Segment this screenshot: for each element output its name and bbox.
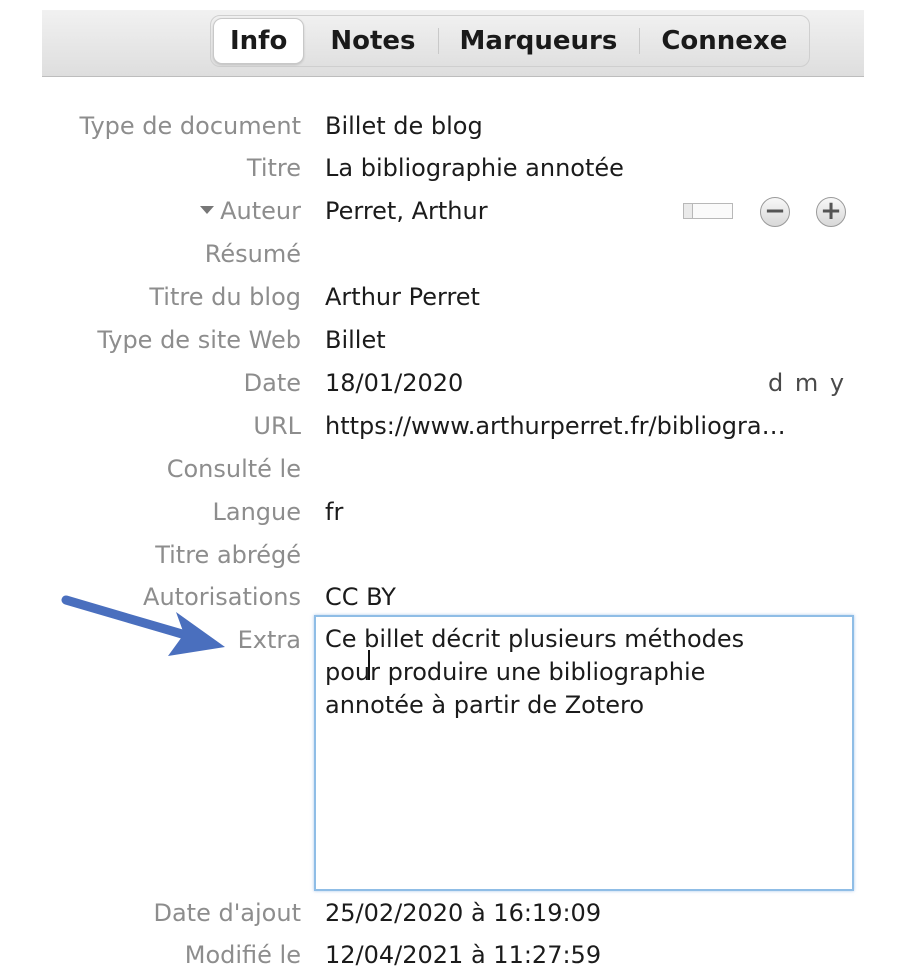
- field-value-type-site[interactable]: Billet: [325, 324, 386, 356]
- field-value-url[interactable]: https://www.arthurperret.fr/bibliogra…: [325, 410, 786, 442]
- tab-bar: Info Notes Marqueurs Connexe: [42, 10, 864, 77]
- field-label-titre-abrege: Titre abrégé: [155, 541, 301, 569]
- field-row-resume: Résumé: [0, 238, 904, 278]
- field-label-date-ajout: Date d'ajout: [153, 899, 301, 927]
- field-row-titre: Titre La bibliographie annotée: [0, 152, 904, 192]
- field-value-titre[interactable]: La bibliographie annotée: [325, 152, 624, 184]
- field-row-url: URL https://www.arthurperret.fr/bibliogr…: [0, 410, 904, 450]
- text-cursor: [368, 650, 370, 680]
- minus-icon: −: [764, 196, 786, 226]
- field-label-auteur-text: Auteur: [220, 197, 301, 225]
- field-row-date: Date 18/01/2020 d m y: [0, 367, 904, 407]
- field-label-url[interactable]: URL: [253, 410, 301, 442]
- field-value-langue[interactable]: fr: [325, 496, 343, 528]
- field-row-auteur: Auteur Perret, Arthur − +: [0, 195, 904, 235]
- field-row-langue: Langue fr: [0, 496, 904, 536]
- field-label-titre-blog: Titre du blog: [149, 283, 301, 311]
- field-row-date-ajout: Date d'ajout 25/02/2020 à 16:19:09: [0, 897, 904, 937]
- field-label-consulte: Consulté le: [166, 455, 301, 483]
- field-label-date: Date: [243, 369, 301, 397]
- field-label-titre: Titre: [246, 154, 301, 182]
- field-value-auteur[interactable]: Perret, Arthur: [325, 195, 488, 227]
- field-value-modifie: 12/04/2021 à 11:27:59: [325, 941, 602, 969]
- field-row-type-document: Type de document Billet de blog: [0, 110, 904, 150]
- tab-connexe[interactable]: Connexe: [639, 16, 809, 66]
- field-value-date[interactable]: 18/01/2020: [325, 367, 463, 399]
- field-label-modifie: Modifié le: [184, 941, 301, 969]
- field-label-langue: Langue: [212, 498, 302, 526]
- field-label-type-site: Type de site Web: [97, 326, 301, 354]
- remove-creator-button[interactable]: −: [760, 197, 790, 227]
- field-row-titre-abrege: Titre abrégé: [0, 539, 904, 579]
- field-label-resume: Résumé: [204, 240, 301, 268]
- tab-group: Info Notes Marqueurs Connexe: [210, 15, 811, 67]
- extra-textarea[interactable]: Ce billet décrit plusieurs méthodes pour…: [314, 615, 854, 891]
- tab-info[interactable]: Info: [213, 18, 305, 64]
- field-value-autorisations[interactable]: CC BY: [325, 581, 396, 613]
- plus-icon: +: [820, 196, 842, 226]
- field-label-extra: Extra: [237, 626, 301, 654]
- annotation-arrow-icon: [61, 595, 225, 656]
- field-value-date-ajout: 25/02/2020 à 16:19:09: [325, 899, 602, 927]
- disclosure-triangle-icon[interactable]: [200, 206, 215, 214]
- creator-mode-toggle[interactable]: [683, 203, 733, 219]
- field-row-type-site: Type de site Web Billet: [0, 324, 904, 364]
- field-row-consulte: Consulté le: [0, 453, 904, 493]
- tab-marqueurs[interactable]: Marqueurs: [437, 16, 640, 66]
- field-label-type-document: Type de document: [79, 112, 301, 140]
- field-row-titre-blog: Titre du blog Arthur Perret: [0, 281, 904, 321]
- add-creator-button[interactable]: +: [816, 197, 846, 227]
- tab-notes[interactable]: Notes: [308, 16, 437, 66]
- field-label-auteur[interactable]: Auteur: [200, 195, 301, 227]
- field-value-titre-blog[interactable]: Arthur Perret: [325, 281, 480, 313]
- field-value-type-document[interactable]: Billet de blog: [325, 110, 483, 142]
- extra-text: Ce billet décrit plusieurs méthodes pour…: [325, 625, 745, 719]
- date-format-indicator: d m y: [768, 369, 847, 397]
- field-row-modifie: Modifié le 12/04/2021 à 11:27:59: [0, 939, 904, 979]
